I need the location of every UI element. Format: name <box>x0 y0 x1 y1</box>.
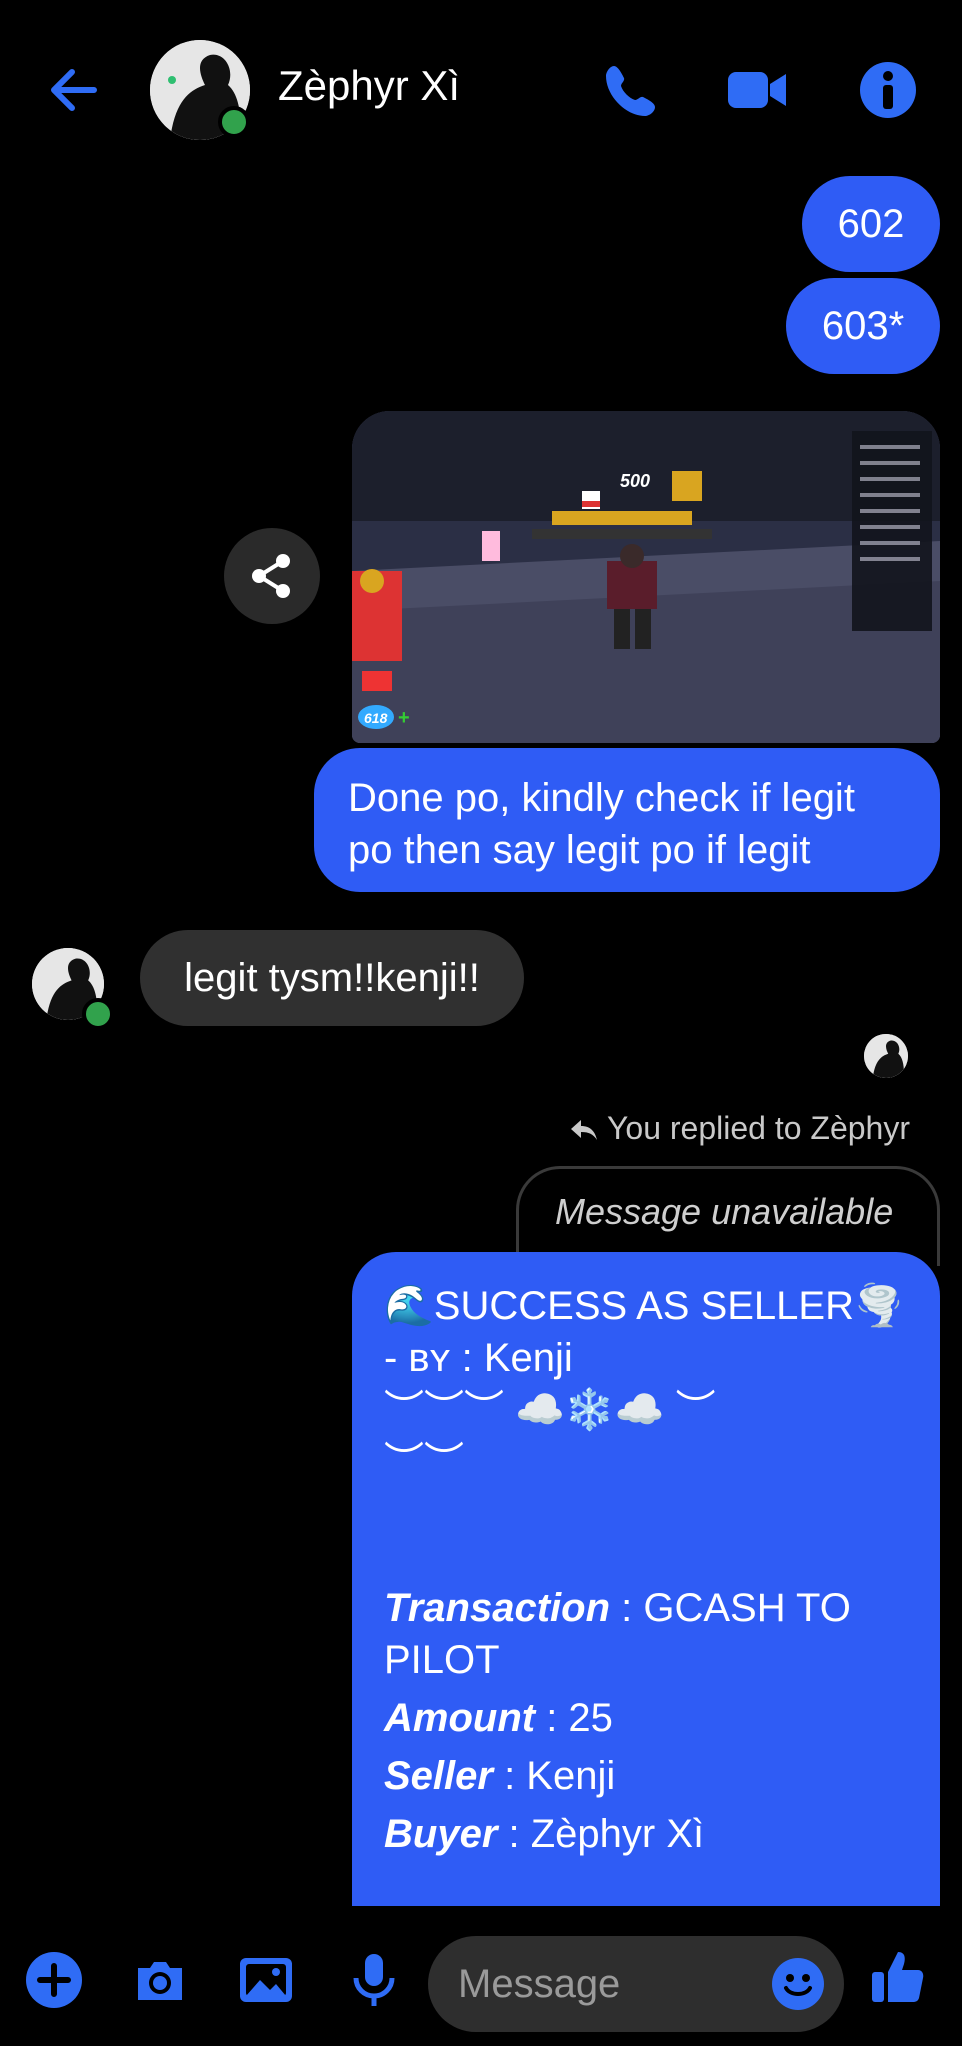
contact-name[interactable]: Zèphyr Xì <box>278 62 460 110</box>
gallery-icon[interactable] <box>236 1950 296 2010</box>
online-status-dot <box>218 106 250 138</box>
byline-name: Kenji <box>483 1336 573 1380</box>
card-decoration: ︶︶︶ ☁️❄️☁️ ︶ <box>384 1388 716 1432</box>
outgoing-message-card[interactable]: 🌊SUCCESS AS SELLER🌪️ - ʙʏ : Kenji ︶︶︶ ☁️… <box>352 1252 940 1906</box>
amount-value: : 25 <box>535 1696 613 1740</box>
outgoing-message[interactable]: 603* <box>786 278 940 374</box>
info-icon[interactable] <box>856 58 920 122</box>
card-decoration: ︶︶ <box>384 1440 464 1484</box>
camera-icon[interactable] <box>130 1950 190 2010</box>
buyer-row: Buyer : Zèphyr Xì <box>384 1808 908 1860</box>
seller-row: Seller : Kenji <box>384 1750 908 1802</box>
share-button[interactable] <box>224 528 320 624</box>
quoted-message[interactable]: Message unavailable <box>516 1166 940 1266</box>
reply-indicator: You replied to Zèphyr <box>569 1110 910 1147</box>
reply-arrow-icon <box>570 1119 597 1140</box>
card-byline: - ʙʏ : Kenji <box>384 1332 908 1384</box>
coin-count: 618 <box>364 710 388 726</box>
online-status-dot <box>82 998 114 1030</box>
outgoing-message[interactable]: Done po, kindly check if legit po then s… <box>314 748 940 892</box>
like-thumbs-up-icon[interactable] <box>868 1946 928 2006</box>
phone-icon[interactable] <box>600 58 664 122</box>
incoming-message[interactable]: legit tysm!!kenji!! <box>140 930 524 1026</box>
byline-prefix: - ʙʏ : <box>384 1336 484 1380</box>
share-icon <box>252 554 290 598</box>
transaction-label: Transaction <box>384 1586 610 1630</box>
outgoing-message[interactable]: 602 <box>802 176 940 272</box>
seller-label: Seller <box>384 1754 493 1798</box>
reply-note-text: You replied to Zèphyr <box>606 1110 910 1146</box>
amount-row: Amount : 25 <box>384 1692 908 1744</box>
seller-value: : Kenji <box>492 1754 616 1798</box>
amount-label: Amount <box>384 1696 536 1740</box>
buyer-value: : Zèphyr Xì <box>497 1812 705 1856</box>
message-placeholder: Message <box>458 1961 621 2006</box>
transaction-row: Transaction : GCASH TO PILOT <box>384 1582 908 1686</box>
video-call-icon[interactable] <box>726 58 790 122</box>
game-screenshot-image[interactable]: 500 618 + <box>352 411 940 743</box>
back-arrow-icon[interactable] <box>44 60 104 120</box>
buyer-label: Buyer <box>384 1812 498 1856</box>
svg-text:+: + <box>398 707 410 729</box>
emoji-icon[interactable] <box>770 1956 826 2012</box>
conversation-header: Zèphyr Xì <box>0 0 962 170</box>
card-headline: 🌊SUCCESS AS SELLER🌪️ <box>384 1284 904 1328</box>
plus-icon[interactable] <box>24 1950 84 2010</box>
score-label: 500 <box>620 471 650 491</box>
read-receipt-avatar <box>864 1034 908 1078</box>
microphone-icon[interactable] <box>344 1950 404 2010</box>
